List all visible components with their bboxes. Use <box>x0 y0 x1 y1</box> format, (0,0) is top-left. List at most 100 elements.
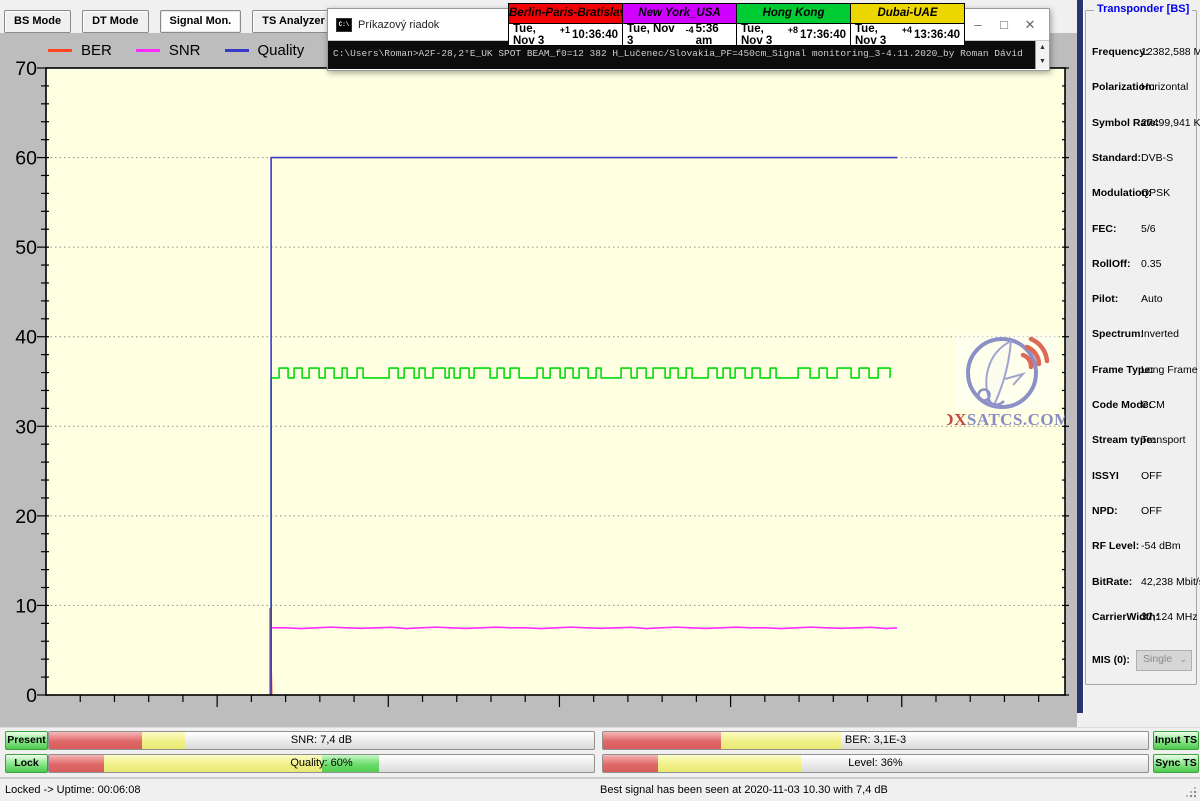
transponder-groupbox: Transponder [BS] Frequency:12382,588 MHz… <box>1085 10 1197 685</box>
transponder-value: CCM <box>1141 399 1165 411</box>
best-signal-status: Best signal has been seen at 2020-11-03 … <box>600 784 888 796</box>
transponder-value: QPSK <box>1141 187 1170 199</box>
progress-bar-level: Level: 36% <box>602 754 1149 773</box>
clock-utc-offset: -4 <box>686 25 694 35</box>
clock-time-value: 10:36:40 <box>572 29 618 41</box>
clock-city-hong-kong: Hong Kong <box>737 4 850 23</box>
transponder-label: ISSYI <box>1092 470 1119 482</box>
clock-date: Tue, Nov 3 <box>855 23 892 47</box>
legend-label: Quality <box>258 42 305 59</box>
signal-chart-area: 010203040506070 BERSNRQualityLevel <box>0 33 1077 727</box>
legend-line-icon <box>48 49 72 52</box>
close-icon[interactable]: ✕ <box>1017 9 1043 40</box>
transponder-label: FEC: <box>1092 223 1117 235</box>
clock-city-berlin-paris-bratislava: Berlin-Paris-Bratislava <box>509 4 622 23</box>
clock-time-row: Tue, Nov 3 -45:36 am <box>623 24 736 45</box>
transponder-value: 5/6 <box>1141 223 1156 235</box>
plot-background <box>46 68 1065 695</box>
y-axis-label: 50 <box>15 237 37 259</box>
clock-date: Tue, Nov 3 <box>627 23 676 47</box>
legend-label: BER <box>81 42 112 59</box>
transponder-value: OFF <box>1141 470 1162 482</box>
legend-line-icon <box>136 49 160 52</box>
transponder-value: Inverted <box>1141 328 1179 340</box>
transponder-value: 37,124 MHz <box>1141 611 1198 623</box>
progress-bar-snr: SNR: 7,4 dB <box>48 731 595 750</box>
console-scrollbar[interactable]: ▲ ▼ <box>1035 41 1049 69</box>
lock-button[interactable]: Lock <box>5 754 48 773</box>
transponder-label: RF Level: <box>1092 540 1139 552</box>
tab-dt-mode[interactable]: DT Mode <box>82 10 148 33</box>
clock-utc-offset: +8 <box>788 25 798 35</box>
scroll-down-icon[interactable]: ▼ <box>1036 55 1049 69</box>
clock-city-new-york-usa: New York_USA <box>623 4 736 23</box>
signal-chart: 010203040506070 <box>0 33 1077 727</box>
present-button[interactable]: Present <box>5 731 48 750</box>
transponder-sidebar: Transponder [BS] Frequency:12382,588 MHz… <box>1084 0 1200 727</box>
clock-date: Tue, Nov 3 <box>513 23 550 47</box>
clock-utc-offset: +1 <box>560 25 570 35</box>
legend-item-quality: Quality <box>225 42 305 59</box>
scroll-up-icon[interactable]: ▲ <box>1036 41 1049 55</box>
tab-signal-mon-[interactable]: Signal Mon. <box>160 10 242 33</box>
progress-bar-quality: Quality: 60% <box>48 754 595 773</box>
clock-time-row: Tue, Nov 3 +110:36:40 <box>509 24 622 45</box>
clock-time-value: 13:36:40 <box>914 29 960 41</box>
clock-city-dubai-uae: Dubai-UAE <box>851 4 964 23</box>
divider <box>0 727 1200 728</box>
maximize-icon[interactable]: □ <box>991 9 1017 40</box>
legend-item-snr: SNR <box>136 42 201 59</box>
y-axis-label: 40 <box>15 327 37 349</box>
mode-tabs: BS ModeDT ModeSignal Mon.TS Analyzer (OK… <box>4 10 373 33</box>
clock-time-value: 5:36 am <box>696 23 732 47</box>
transponder-label: Spectrum: <box>1092 328 1144 340</box>
transponder-value: 27499,941 KS/s <box>1141 117 1200 129</box>
lock-uptime-status: Locked -> Uptime: 00:06:08 <box>5 784 140 796</box>
transponder-value: 42,238 Mbit/s <box>1141 576 1200 588</box>
transponder-title: Transponder [BS] <box>1094 3 1192 15</box>
transponder-value: -54 dBm <box>1141 540 1181 552</box>
bar-value-text: BER: 3,1E-3 <box>603 732 1148 749</box>
bar-value-text: Level: 36% <box>603 755 1148 772</box>
clock-time-value: 17:36:40 <box>800 29 846 41</box>
transponder-value: Horizontal <box>1141 81 1188 93</box>
mis-label: MIS (0): <box>1092 654 1130 666</box>
minimize-icon[interactable]: – <box>965 9 991 40</box>
transponder-label: RollOff: <box>1092 258 1131 270</box>
legend-line-icon <box>225 49 249 52</box>
transponder-label: NPD: <box>1092 505 1118 517</box>
y-axis-label: 70 <box>15 58 37 80</box>
clock-utc-offset: +4 <box>902 25 912 35</box>
progress-bar-ber: BER: 3,1E-3 <box>602 731 1149 750</box>
legend-item-ber: BER <box>48 42 112 59</box>
mis-value: Single <box>1143 653 1172 665</box>
bar-value-text: Quality: 60% <box>49 755 594 772</box>
clock-time-row: Tue, Nov 3 +817:36:40 <box>737 24 850 45</box>
console-command-line: C:\Users\Roman>A2F-28,2°E_UK SPOT BEAM_f… <box>333 48 1023 59</box>
transponder-label: Pilot: <box>1092 293 1118 305</box>
clock-time-row: Tue, Nov 3 +413:36:40 <box>851 24 964 45</box>
transponder-label: Standard: <box>1092 152 1141 164</box>
y-axis-label: 30 <box>15 416 37 438</box>
status-bar: Locked -> Uptime: 00:06:08 Best signal h… <box>0 778 1200 801</box>
bar-value-text: SNR: 7,4 dB <box>49 732 594 749</box>
tab-bs-mode[interactable]: BS Mode <box>4 10 71 33</box>
transponder-value: DVB-S <box>1141 152 1173 164</box>
transponder-value: 0.35 <box>1141 258 1161 270</box>
console-icon: C:\ <box>336 18 352 32</box>
world-clocks-widget: Berlin-Paris-BratislavaNew York_USAHong … <box>508 3 965 46</box>
y-axis-label: 10 <box>15 595 37 617</box>
chevron-down-icon: ⌄ <box>1179 651 1187 668</box>
mis-dropdown[interactable]: Single ⌄ <box>1136 650 1192 671</box>
input-ts-button[interactable]: Input TS <box>1153 731 1199 750</box>
y-axis-label: 0 <box>26 685 37 707</box>
resize-grip[interactable] <box>1186 787 1196 797</box>
transponder-value: OFF <box>1141 505 1162 517</box>
sync-ts-button[interactable]: Sync TS <box>1153 754 1199 773</box>
y-axis-label: 20 <box>15 506 37 528</box>
clock-date: Tue, Nov 3 <box>741 23 778 47</box>
console-window-title: Príkazový riadok <box>358 19 439 31</box>
transponder-label: BitRate: <box>1092 576 1132 588</box>
transponder-value: Auto <box>1141 293 1163 305</box>
transponder-value: Long Frame <box>1141 364 1198 376</box>
